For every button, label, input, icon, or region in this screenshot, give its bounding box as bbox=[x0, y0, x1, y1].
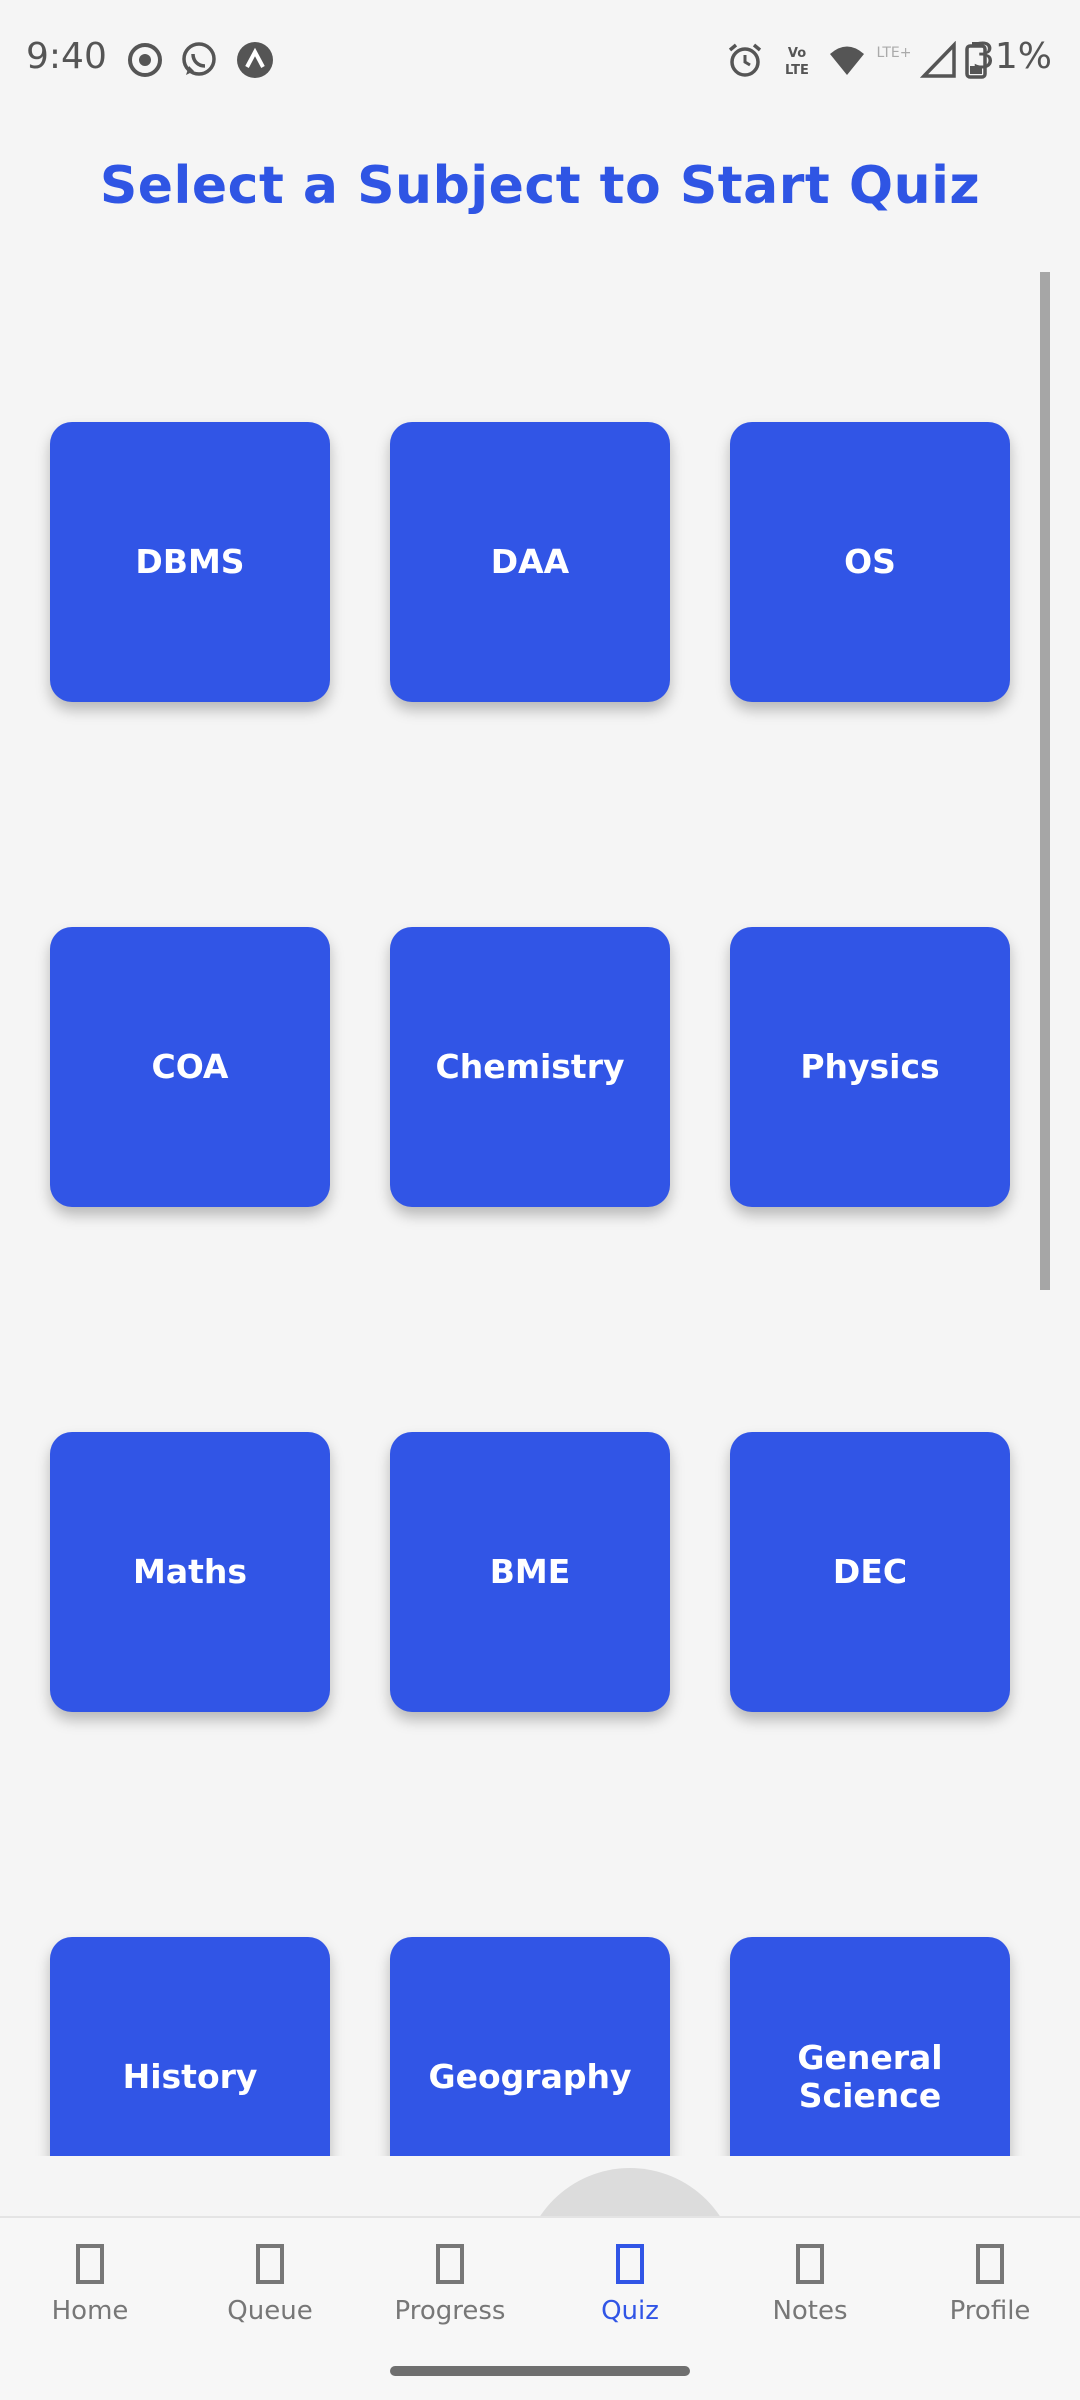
subject-row: COA Chemistry Physics bbox=[50, 927, 1010, 1207]
subject-label: Maths bbox=[132, 1552, 248, 1591]
nav-label: Home bbox=[51, 2296, 129, 2326]
subject-row: Maths BME DEC bbox=[50, 1432, 1010, 1712]
subject-tile-maths[interactable]: Maths bbox=[50, 1432, 330, 1712]
subject-tile-general-science[interactable]: General Science bbox=[730, 1937, 1010, 2156]
progress-icon bbox=[436, 2244, 464, 2284]
subject-tile-dbms[interactable]: DBMS bbox=[50, 422, 330, 702]
subject-label: DBMS bbox=[135, 542, 245, 581]
app-screen: 9:40 Vo LTE LTE+ 31% Select a Subject to… bbox=[0, 0, 1080, 2400]
subject-label: History bbox=[122, 2057, 258, 2096]
subject-label: OS bbox=[844, 542, 896, 581]
wifi-icon bbox=[830, 46, 864, 75]
notes-icon bbox=[796, 2244, 824, 2284]
home-indicator[interactable] bbox=[390, 2366, 690, 2376]
subject-tile-geography[interactable]: Geography bbox=[390, 1937, 670, 2156]
subject-row: History Geography General Science bbox=[50, 1937, 1010, 2156]
whatsapp-icon bbox=[182, 42, 216, 76]
status-time: 9:40 bbox=[26, 36, 107, 77]
nav-label: Queue bbox=[227, 2296, 313, 2326]
subject-tile-dec[interactable]: DEC bbox=[730, 1432, 1010, 1712]
subject-label: DEC bbox=[832, 1552, 908, 1591]
svg-text:Vo: Vo bbox=[788, 46, 806, 61]
quiz-icon bbox=[616, 2244, 644, 2284]
alarm-icon bbox=[728, 43, 762, 77]
queue-icon bbox=[256, 2244, 284, 2284]
battery-percent: 31% bbox=[971, 36, 1052, 77]
subject-tile-history[interactable]: History bbox=[50, 1937, 330, 2156]
nav-label: Progress bbox=[394, 2296, 506, 2326]
svg-text:LTE+: LTE+ bbox=[877, 45, 912, 61]
svg-text:LTE: LTE bbox=[785, 63, 809, 78]
subject-label: COA bbox=[151, 1047, 229, 1086]
lte-icon: LTE+ bbox=[877, 45, 912, 61]
subject-label: Geography bbox=[428, 2057, 632, 2096]
subject-scroll-area[interactable]: DBMS DAA OS COA Chemistry Physics Maths … bbox=[0, 272, 1080, 2156]
subject-label: BME bbox=[489, 1552, 571, 1591]
profile-icon bbox=[976, 2244, 1004, 2284]
nav-label: Quiz bbox=[601, 2296, 659, 2326]
subject-tile-physics[interactable]: Physics bbox=[730, 927, 1010, 1207]
nav-item-progress[interactable]: Progress bbox=[360, 2244, 540, 2326]
subject-row: DBMS DAA OS bbox=[50, 422, 1010, 702]
subject-tile-daa[interactable]: DAA bbox=[390, 422, 670, 702]
subject-tile-coa[interactable]: COA bbox=[50, 927, 330, 1207]
volte-icon: Vo LTE bbox=[785, 46, 809, 78]
subject-tile-chemistry[interactable]: Chemistry bbox=[390, 927, 670, 1207]
home-icon bbox=[76, 2244, 104, 2284]
subject-tile-os[interactable]: OS bbox=[730, 422, 1010, 702]
nav-item-notes[interactable]: Notes bbox=[720, 2244, 900, 2326]
nav-item-home[interactable]: Home bbox=[0, 2244, 180, 2326]
scrollbar[interactable] bbox=[1040, 272, 1050, 1290]
nav-item-queue[interactable]: Queue bbox=[180, 2244, 360, 2326]
nav-label: Profile bbox=[949, 2296, 1031, 2326]
signal-icon bbox=[920, 41, 956, 78]
subject-label: General Science bbox=[797, 2038, 943, 2115]
nav-item-profile[interactable]: Profile bbox=[900, 2244, 1080, 2326]
app-notification-icon bbox=[237, 42, 273, 78]
page-title: Select a Subject to Start Quiz bbox=[99, 156, 981, 216]
nav-label: Notes bbox=[772, 2296, 848, 2326]
status-bar: 9:40 Vo LTE LTE+ 31% bbox=[0, 0, 1080, 126]
subject-label: DAA bbox=[490, 542, 570, 581]
subject-grid: DBMS DAA OS COA Chemistry Physics Maths … bbox=[50, 422, 1010, 2156]
subject-label: Physics bbox=[800, 1047, 940, 1086]
subject-label: Chemistry bbox=[435, 1047, 625, 1086]
nav-item-quiz[interactable]: Quiz bbox=[540, 2244, 720, 2326]
subject-tile-bme[interactable]: BME bbox=[390, 1432, 670, 1712]
screen-record-icon bbox=[128, 43, 162, 77]
